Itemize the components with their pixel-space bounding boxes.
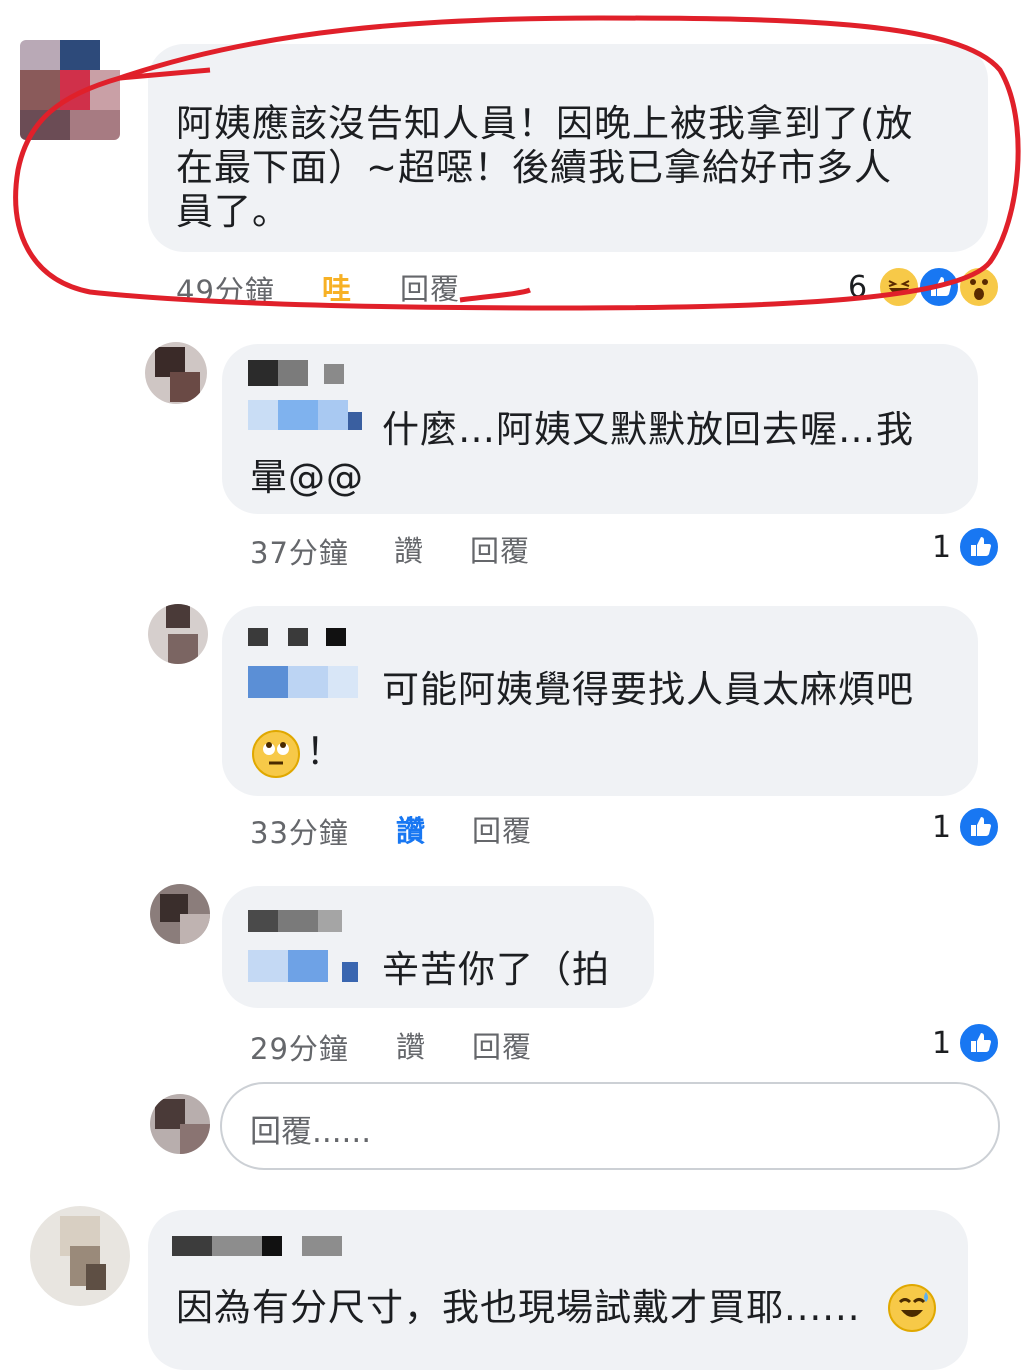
commenter-name[interactable] bbox=[248, 628, 368, 708]
comment-text-line: 因為有分尺寸，我也現場試戴才買耶...... bbox=[176, 1286, 861, 1329]
like-button[interactable]: 讚 bbox=[396, 1024, 426, 1066]
sweat-smile-emoji-icon bbox=[888, 1284, 936, 1332]
avatar[interactable] bbox=[30, 1206, 130, 1306]
reaction-count[interactable]: 1 bbox=[932, 1026, 951, 1061]
reply-button[interactable]: 回覆 bbox=[472, 1024, 532, 1066]
like-button[interactable]: 讚 bbox=[394, 528, 424, 570]
comment-text-line: 可能阿姨覺得要找人員太麻煩吧 bbox=[382, 668, 914, 711]
avatar bbox=[150, 1094, 210, 1154]
avatar[interactable] bbox=[148, 604, 208, 664]
reply-input-placeholder: 回覆...... bbox=[250, 1114, 372, 1150]
comment-text-line: 什麼…阿姨又默默放回去喔…我 bbox=[382, 408, 914, 451]
reply-button[interactable]: 回覆 bbox=[472, 808, 532, 850]
avatar[interactable] bbox=[150, 884, 210, 944]
eye-roll-emoji-icon bbox=[252, 730, 300, 778]
comment-text-line: ！ bbox=[306, 730, 344, 773]
like-icon bbox=[958, 1022, 1000, 1064]
commenter-name[interactable] bbox=[172, 1236, 352, 1260]
highlight-circle bbox=[13, 15, 1021, 311]
comment-timestamp[interactable]: 37分鐘 bbox=[250, 530, 349, 572]
reply-button[interactable]: 回覆 bbox=[470, 528, 530, 570]
comment-timestamp[interactable]: 29分鐘 bbox=[250, 1026, 349, 1068]
like-icon bbox=[958, 526, 1000, 568]
like-icon bbox=[958, 806, 1000, 848]
comment-text-line: 暈@@ bbox=[250, 456, 364, 499]
commenter-name[interactable] bbox=[248, 360, 368, 440]
avatar[interactable] bbox=[145, 342, 207, 404]
comment-timestamp[interactable]: 33分鐘 bbox=[250, 810, 349, 852]
comment-text-line: 辛苦你了（拍 bbox=[382, 948, 610, 991]
reaction-count[interactable]: 1 bbox=[932, 810, 951, 845]
reaction-count[interactable]: 1 bbox=[932, 530, 951, 565]
like-button[interactable]: 讚 bbox=[396, 808, 426, 850]
commenter-name[interactable] bbox=[248, 910, 368, 990]
